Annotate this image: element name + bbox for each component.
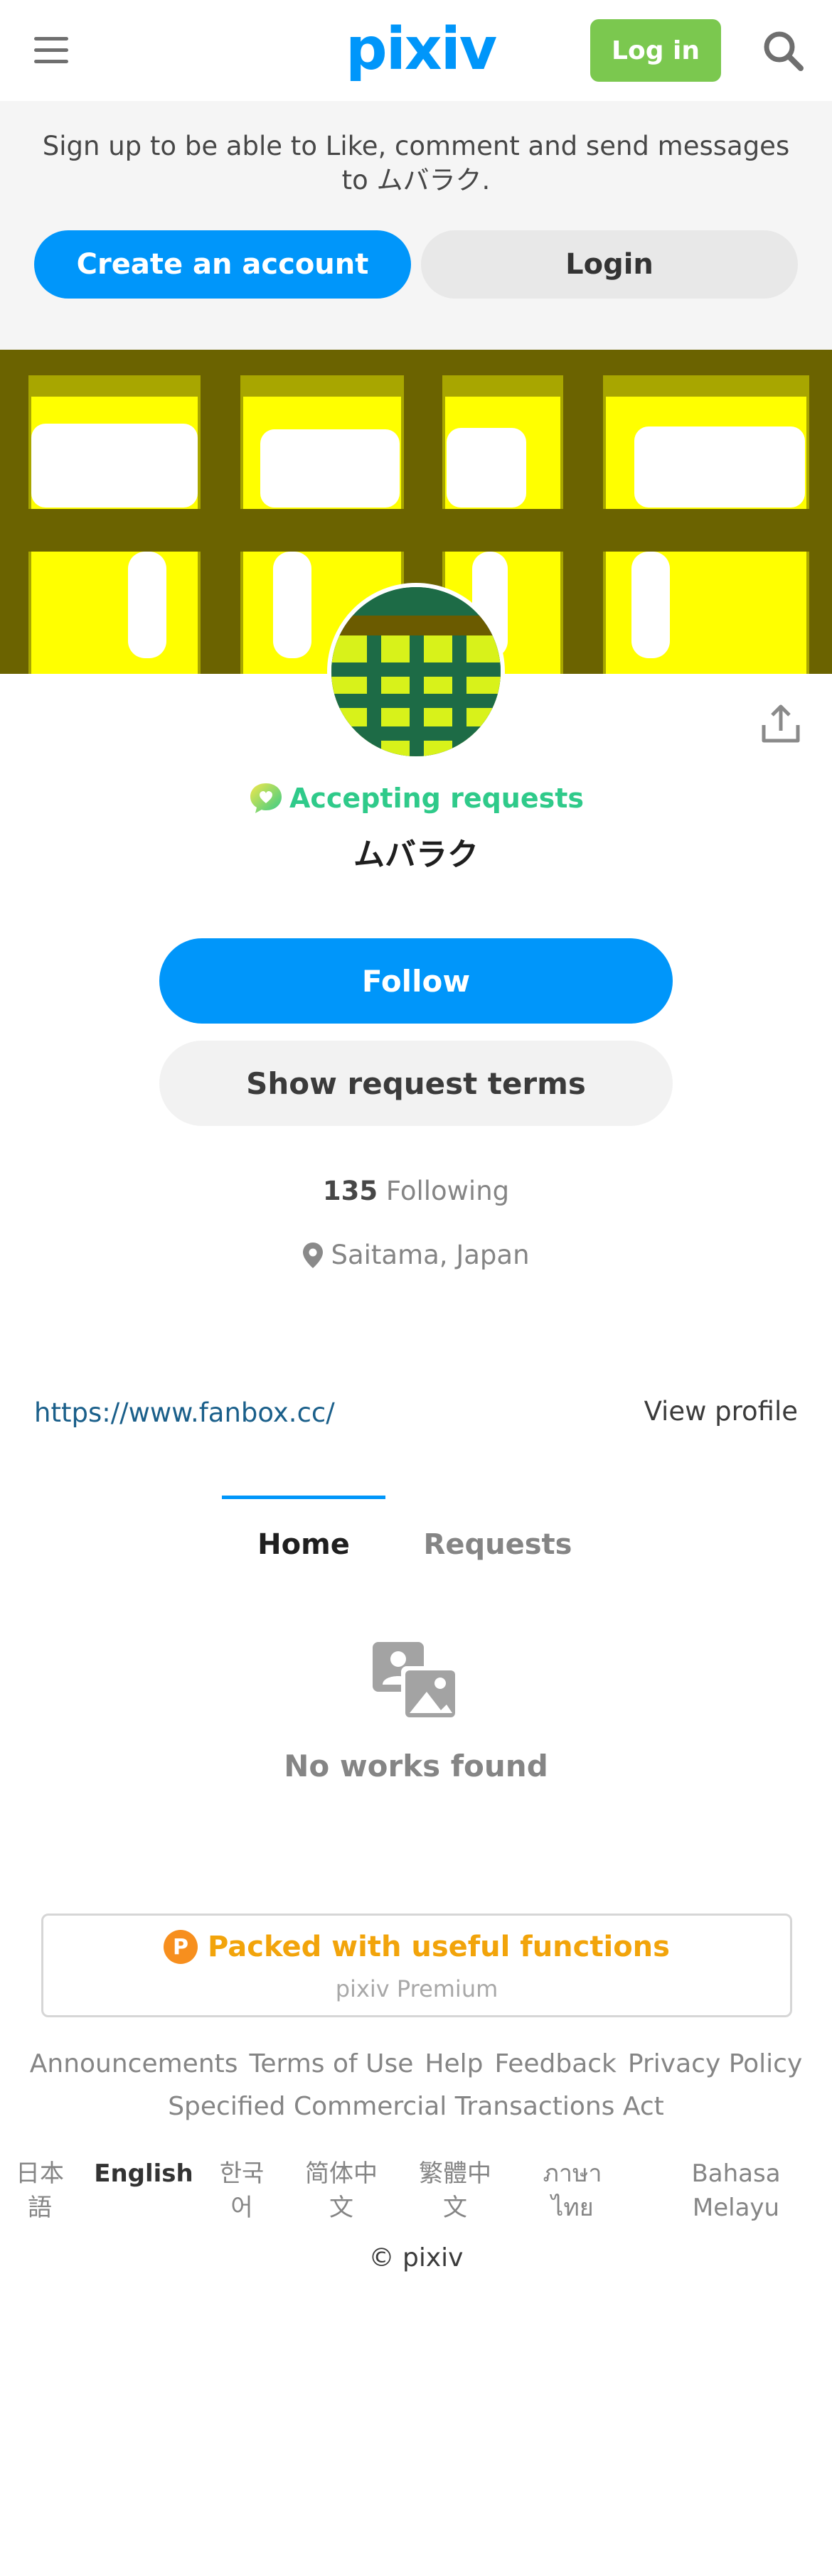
footer-link-privacy[interactable]: Privacy Policy <box>628 2049 802 2078</box>
active-tab-indicator <box>222 1496 385 1499</box>
premium-subtitle: pixiv Premium <box>335 1975 498 2002</box>
location-pin-icon <box>303 1242 324 1268</box>
premium-p-icon: P <box>164 1930 198 1964</box>
language-thai[interactable]: ภาษาไทย <box>526 2157 619 2225</box>
login-button[interactable]: Login <box>421 230 798 299</box>
top-header: pixiv Log in <box>0 0 832 101</box>
footer-link-feedback[interactable]: Feedback <box>494 2049 616 2078</box>
following-count[interactable]: 135 Following <box>0 1176 832 1206</box>
language-traditional-chinese[interactable]: 繁體中文 <box>411 2157 499 2225</box>
profile-external-link[interactable]: https://www.fanbox.cc/ <box>34 1397 335 1428</box>
following-label: Following <box>385 1176 510 1206</box>
share-icon[interactable] <box>758 701 804 746</box>
language-simplified-chinese[interactable]: 简体中文 <box>297 2157 385 2225</box>
menu-icon[interactable] <box>34 37 68 65</box>
accepting-requests-label: Accepting requests <box>289 783 585 814</box>
footer-link-help[interactable]: Help <box>425 2049 483 2078</box>
footer-links: Announcements Terms of Use Help Feedback Pri… <box>21 2043 811 2128</box>
language-japanese[interactable]: 日本語 <box>10 2157 70 2225</box>
no-works-message: No works found <box>284 1749 548 1783</box>
create-account-button[interactable]: Create an account <box>34 230 411 299</box>
view-profile-link[interactable]: View profile <box>644 1396 798 1427</box>
language-korean[interactable]: 한국어 <box>213 2157 270 2225</box>
footer-link-commercial-transactions[interactable]: Specified Commercial Transactions Act <box>168 2092 664 2121</box>
following-number: 135 <box>322 1176 378 1206</box>
show-request-terms-button[interactable]: Show request terms <box>159 1041 673 1126</box>
premium-title: P Packed with useful functions <box>43 1930 790 1964</box>
footer-link-announcements[interactable]: Announcements <box>30 2049 238 2078</box>
no-works-icon <box>373 1642 459 1722</box>
user-name: ムバラク <box>353 837 479 873</box>
avatar <box>327 583 505 761</box>
header-login-button[interactable]: Log in <box>590 19 721 82</box>
accepting-requests-badge: Accepting requests <box>0 782 832 815</box>
follow-button[interactable]: Follow <box>159 938 673 1024</box>
request-bubble-icon <box>250 783 282 813</box>
location-text: Saitama, Japan <box>331 1240 530 1270</box>
pixiv-logo[interactable]: pixiv <box>346 14 497 85</box>
location: Saitama, Japan <box>0 1240 832 1270</box>
copyright: © pixiv <box>368 2243 464 2272</box>
language-selector: 日本語 English 한국어 简体中文 繁體中文 ภาษาไทย Bahasa… <box>0 2157 832 2235</box>
tab-home[interactable]: Home <box>222 1528 385 1561</box>
premium-banner[interactable]: P Packed with useful functions pixiv Pre… <box>41 1914 792 2017</box>
language-english[interactable]: English <box>80 2157 208 2191</box>
premium-title-text: Packed with useful functions <box>208 1931 670 1963</box>
signup-message: Sign up to be able to Like, comment and … <box>42 131 790 195</box>
language-malay[interactable]: Bahasa Melayu <box>661 2157 811 2225</box>
search-icon[interactable] <box>761 28 805 73</box>
signup-banner: Sign up to be able to Like, comment and … <box>0 101 832 350</box>
tab-requests[interactable]: Requests <box>412 1528 583 1561</box>
footer-link-terms[interactable]: Terms of Use <box>250 2049 414 2078</box>
